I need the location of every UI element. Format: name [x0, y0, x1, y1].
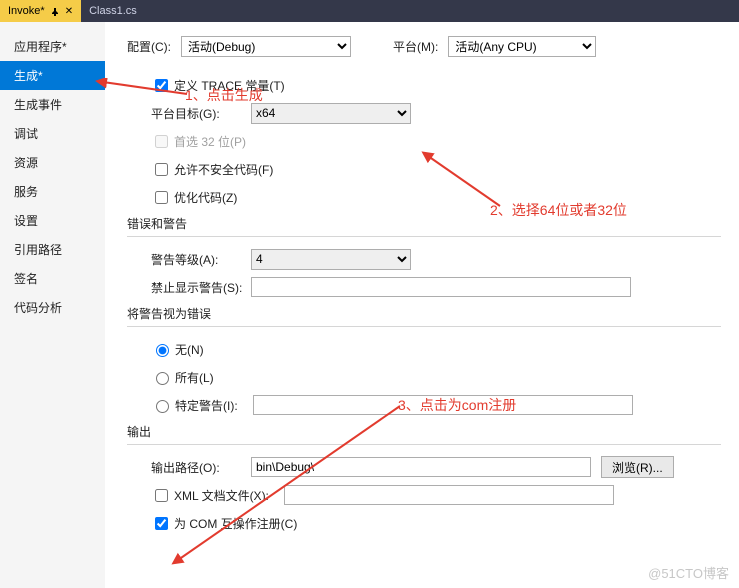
tab-label: Invoke* — [8, 5, 45, 17]
watermark: @51CTO博客 — [648, 563, 729, 582]
platform-target-label: 平台目标(G): — [151, 105, 251, 122]
platform-label: 平台(M): — [393, 38, 438, 55]
prefer32-checkbox — [155, 135, 168, 148]
output-path-input[interactable] — [251, 457, 591, 477]
prefer32-label: 首选 32 位(P) — [174, 133, 246, 150]
treat-specific-radio[interactable] — [156, 400, 169, 413]
trace-label: 定义 TRACE 常量(T) — [174, 77, 285, 94]
platform-target-select[interactable]: x64 — [251, 103, 411, 124]
xml-doc-label: XML 文档文件(X): — [174, 487, 284, 504]
tab-label: Class1.cs — [89, 5, 137, 17]
sidebar-item-build[interactable]: 生成* — [0, 61, 105, 90]
sidebar-item-build-events[interactable]: 生成事件 — [0, 90, 105, 119]
tab-invoke[interactable]: Invoke* ✕ — [0, 0, 81, 22]
sidebar-item-settings[interactable]: 设置 — [0, 206, 105, 235]
tab-bar: Invoke* ✕ Class1.cs — [0, 0, 739, 22]
build-page: 配置(C): 活动(Debug) 平台(M): 活动(Any CPU) 定义 T… — [105, 22, 739, 588]
treat-none-label: 无(N) — [175, 341, 204, 358]
sidebar-item-application[interactable]: 应用程序* — [0, 32, 105, 61]
unsafe-checkbox[interactable] — [155, 163, 168, 176]
output-path-label: 输出路径(O): — [151, 459, 251, 476]
errors-section-title: 错误和警告 — [127, 215, 721, 232]
sidebar: 应用程序* 生成* 生成事件 调试 资源 服务 设置 引用路径 签名 代码分析 — [0, 22, 105, 588]
com-register-label: 为 COM 互操作注册(C) — [174, 515, 297, 532]
suppress-label: 禁止显示警告(S): — [151, 279, 251, 296]
treat-all-radio[interactable] — [156, 372, 169, 385]
platform-select[interactable]: 活动(Any CPU) — [448, 36, 596, 57]
suppress-input[interactable] — [251, 277, 631, 297]
optimize-label: 优化代码(Z) — [174, 189, 237, 206]
tab-class1[interactable]: Class1.cs — [81, 0, 145, 22]
com-register-checkbox[interactable] — [155, 517, 168, 530]
treat-specific-input[interactable] — [253, 395, 633, 415]
unsafe-label: 允许不安全代码(F) — [174, 161, 273, 178]
sidebar-item-code-analysis[interactable]: 代码分析 — [0, 293, 105, 322]
browse-button[interactable]: 浏览(R)... — [601, 456, 674, 478]
output-section-title: 输出 — [127, 423, 721, 440]
sidebar-item-debug[interactable]: 调试 — [0, 119, 105, 148]
sidebar-item-signing[interactable]: 签名 — [0, 264, 105, 293]
sidebar-item-reference-paths[interactable]: 引用路径 — [0, 235, 105, 264]
warning-level-select[interactable]: 4 — [251, 249, 411, 270]
divider — [127, 444, 721, 445]
trace-checkbox[interactable] — [155, 79, 168, 92]
divider — [127, 236, 721, 237]
treat-all-label: 所有(L) — [175, 369, 214, 386]
config-label: 配置(C): — [127, 38, 171, 55]
close-icon[interactable]: ✕ — [65, 6, 73, 17]
config-select[interactable]: 活动(Debug) — [181, 36, 351, 57]
sidebar-item-resources[interactable]: 资源 — [0, 148, 105, 177]
optimize-checkbox[interactable] — [155, 191, 168, 204]
divider — [127, 326, 721, 327]
xml-doc-input[interactable] — [284, 485, 614, 505]
pin-icon[interactable] — [51, 7, 59, 15]
treat-none-radio[interactable] — [156, 344, 169, 357]
warning-level-label: 警告等级(A): — [151, 251, 251, 268]
sidebar-item-services[interactable]: 服务 — [0, 177, 105, 206]
xml-doc-checkbox[interactable] — [155, 489, 168, 502]
treat-specific-label: 特定警告(I): — [175, 397, 253, 414]
treat-section-title: 将警告视为错误 — [127, 305, 721, 322]
